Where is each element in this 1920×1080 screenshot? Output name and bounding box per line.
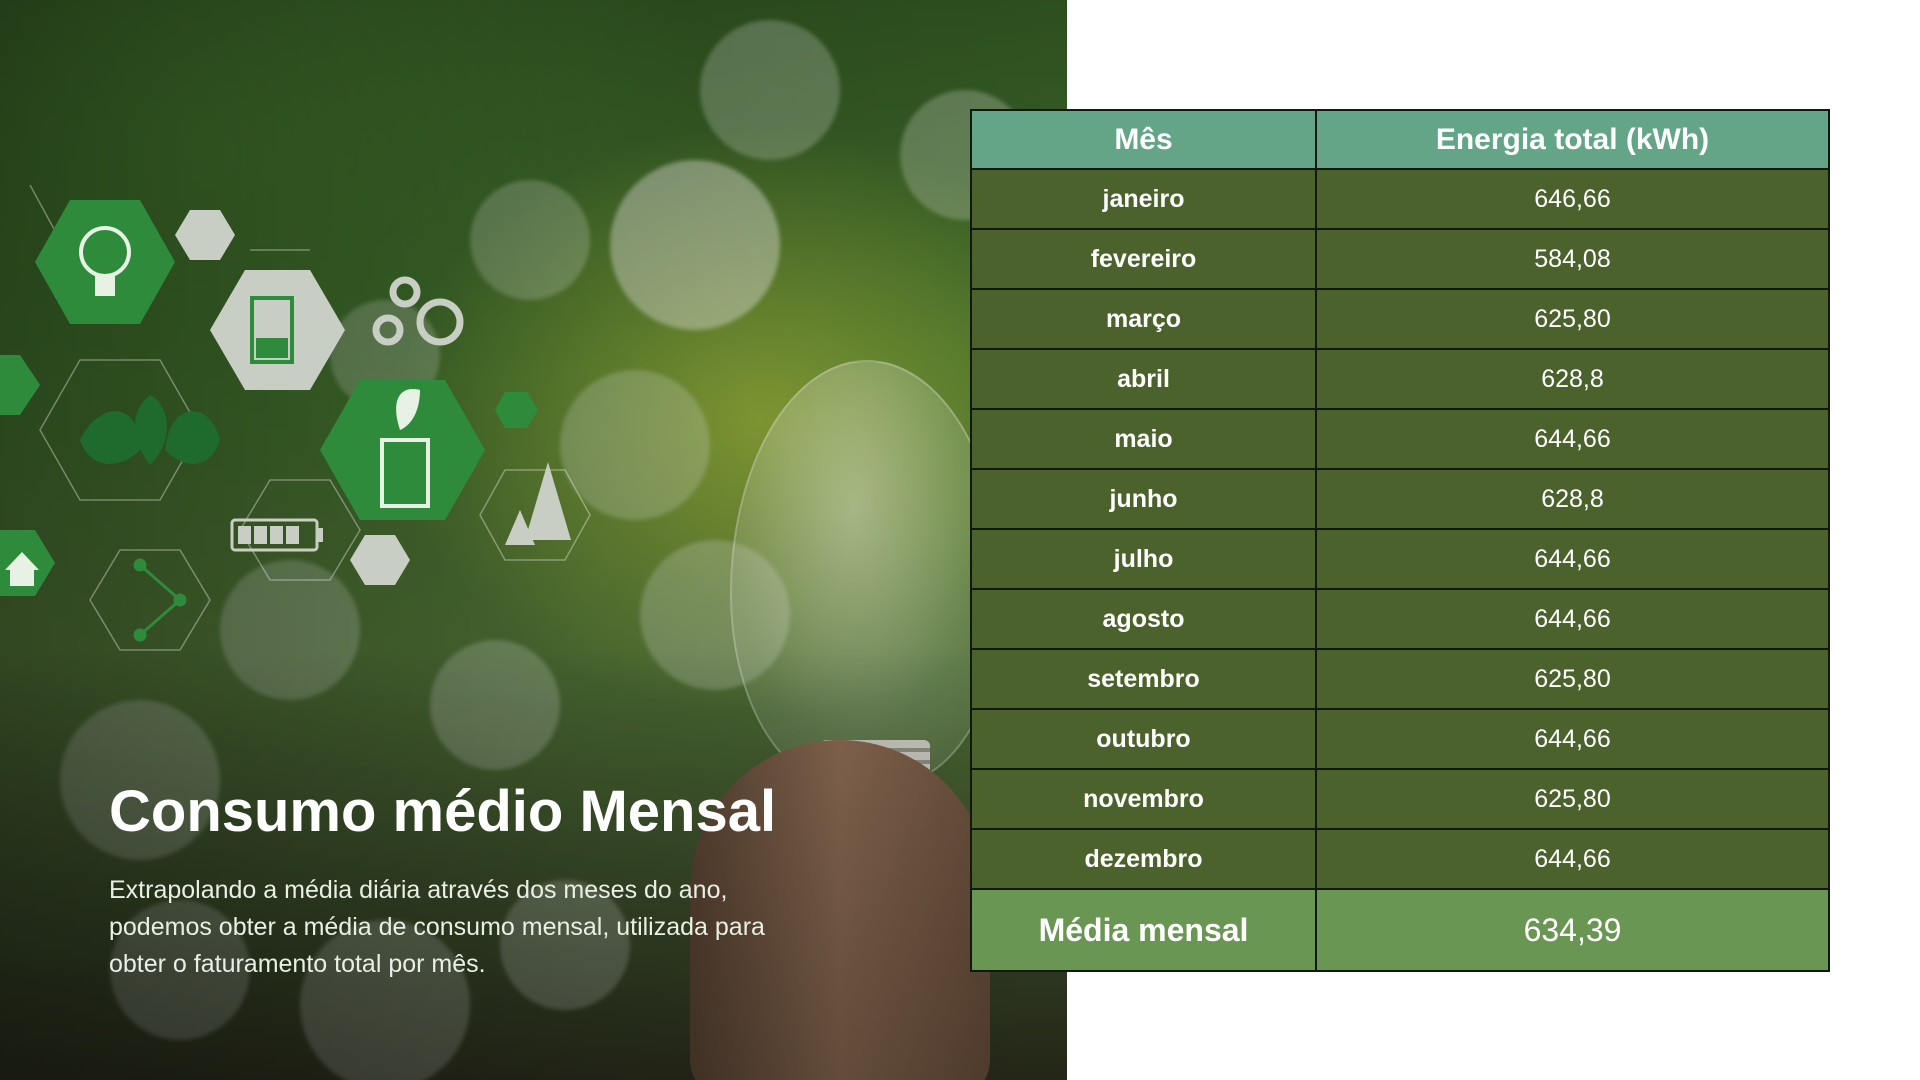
gears-icon [372, 276, 464, 346]
monthly-average-label: Média mensal [970, 888, 1317, 972]
energy-cell: 625,80 [1315, 768, 1830, 830]
month-cell: janeiro [970, 168, 1317, 230]
table-row: novembro 625,80 [970, 768, 1830, 830]
leaf-icon [80, 395, 220, 465]
lightbulb-icon [35, 200, 175, 324]
table-row: maio 644,66 [970, 408, 1830, 470]
month-cell: agosto [970, 588, 1317, 650]
energy-cell: 644,66 [1315, 828, 1830, 890]
trees-icon [505, 462, 571, 545]
month-cell: outubro [970, 708, 1317, 770]
energy-cell: 628,8 [1315, 468, 1830, 530]
table-row: outubro 644,66 [970, 708, 1830, 770]
table-row: agosto 644,66 [970, 588, 1830, 650]
column-header-month: Mês [970, 109, 1317, 170]
slide-description: Extrapolando a média diária através dos … [109, 876, 765, 978]
hexagon-shape [495, 392, 538, 428]
month-cell: dezembro [970, 828, 1317, 890]
energy-cell: 625,80 [1315, 288, 1830, 350]
energy-cell: 584,08 [1315, 228, 1830, 290]
month-cell: setembro [970, 648, 1317, 710]
table-row: janeiro 646,66 [970, 168, 1830, 230]
table-header-row: Mês Energia total (kWh) [970, 109, 1830, 170]
plant-beaker-icon [320, 380, 485, 520]
energy-cell: 644,66 [1315, 408, 1830, 470]
energy-cell: 628,8 [1315, 348, 1830, 410]
month-cell: julho [970, 528, 1317, 590]
table-row: fevereiro 584,08 [970, 228, 1830, 290]
monthly-average-value: 634,39 [1315, 888, 1830, 972]
molecule-icon [133, 558, 187, 642]
monthly-energy-table: Mês Energia total (kWh) janeiro 646,66 fe… [970, 109, 1830, 972]
energy-cell: 644,66 [1315, 528, 1830, 590]
table-row: abril 628,8 [970, 348, 1830, 410]
table-row: setembro 625,80 [970, 648, 1830, 710]
house-icon [0, 530, 55, 596]
month-cell: abril [970, 348, 1317, 410]
hexagon-shape [350, 535, 410, 585]
energy-cell: 644,66 [1315, 588, 1830, 650]
energy-cell: 644,66 [1315, 708, 1830, 770]
month-cell: maio [970, 408, 1317, 470]
slide-title: Consumo médio Mensal [109, 779, 777, 844]
energy-cell: 646,66 [1315, 168, 1830, 230]
month-cell: novembro [970, 768, 1317, 830]
column-header-energy: Energia total (kWh) [1315, 109, 1830, 170]
table-row: dezembro 644,66 [970, 828, 1830, 890]
background-photo: Consumo médio Mensal Extrapolando a médi… [0, 0, 1067, 1080]
hexagon-shape [175, 210, 235, 260]
table-row: julho 644,66 [970, 528, 1830, 590]
monthly-average-row: Média mensal 634,39 [970, 888, 1830, 972]
table-row: junho 628,8 [970, 468, 1830, 530]
battery-icon [230, 518, 323, 552]
table-row: março 625,80 [970, 288, 1830, 350]
month-cell: fevereiro [970, 228, 1317, 290]
energy-cell: 625,80 [1315, 648, 1830, 710]
month-cell: março [970, 288, 1317, 350]
beaker-icon [210, 270, 345, 390]
hexagon-shape [0, 355, 40, 415]
hexagon-icon-cluster [0, 184, 591, 651]
month-cell: junho [970, 468, 1317, 530]
